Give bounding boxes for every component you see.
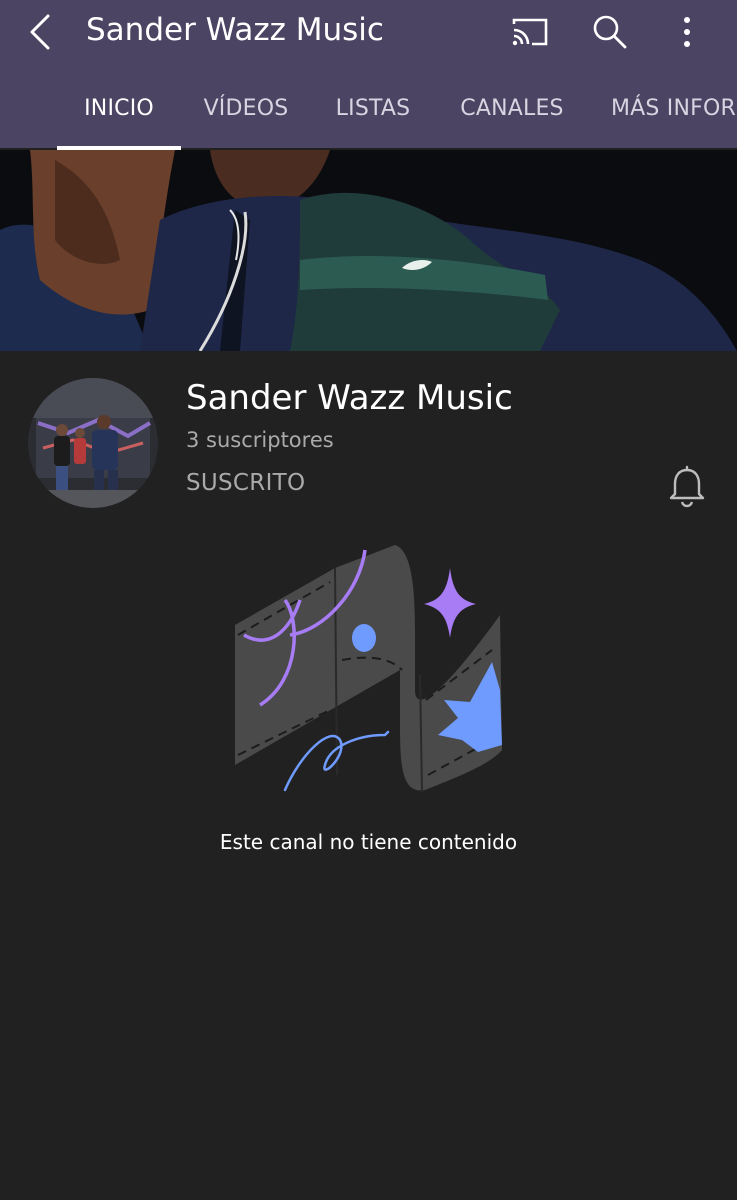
app-bar-title: Sander Wazz Music xyxy=(86,12,384,48)
tab-listas[interactable]: LISTAS xyxy=(323,78,423,148)
tab-videos[interactable]: VÍDEOS xyxy=(196,78,296,148)
channel-name: Sander Wazz Music xyxy=(186,378,513,418)
search-icon[interactable] xyxy=(588,10,632,54)
tab-mas-informacion[interactable]: MÁS INFORMACIÓN xyxy=(611,78,737,148)
subscribed-button[interactable]: SUSCRITO xyxy=(186,470,305,496)
empty-state-message: Este canal no tiene contenido xyxy=(219,830,518,854)
more-vert-icon[interactable] xyxy=(665,10,709,54)
channel-banner-image xyxy=(0,150,737,351)
cast-icon[interactable] xyxy=(508,10,552,54)
tab-canales[interactable]: CANALES xyxy=(448,78,576,148)
bell-icon[interactable] xyxy=(664,464,710,510)
channel-avatar[interactable] xyxy=(28,378,158,508)
tab-inicio[interactable]: INICIO xyxy=(57,78,181,148)
empty-channel-illustration xyxy=(235,545,502,793)
app-bar: Sander Wazz Music INICIO VÍDEOS LISTAS C… xyxy=(0,0,737,150)
back-arrow-icon[interactable] xyxy=(22,10,62,54)
channel-tabs: INICIO VÍDEOS LISTAS CANALES MÁS INFORMA… xyxy=(0,78,737,148)
subscriber-count: 3 suscriptores xyxy=(186,428,334,452)
